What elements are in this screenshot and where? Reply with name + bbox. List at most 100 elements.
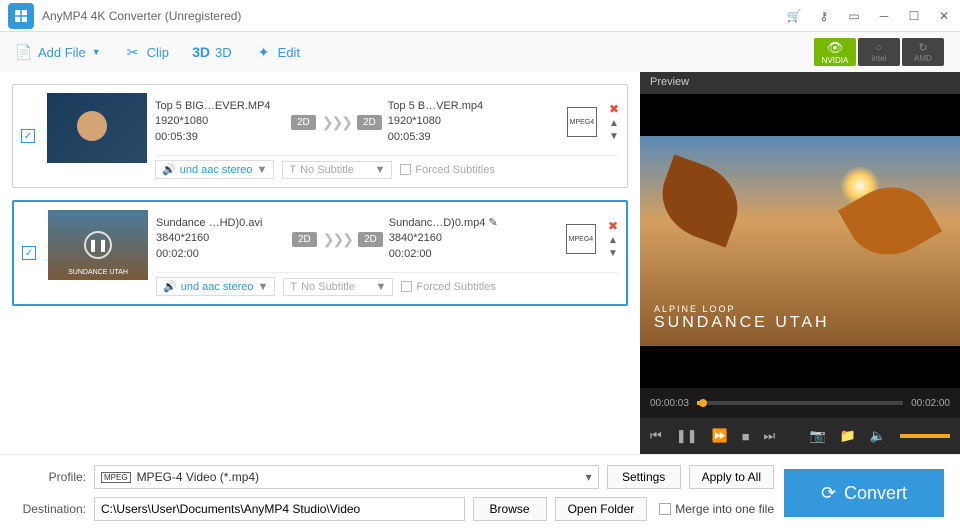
- 3d-icon: 3D: [193, 44, 209, 60]
- arrow-icon: ❯❯❯: [322, 114, 351, 131]
- open-folder-icon[interactable]: 📁: [840, 428, 856, 444]
- format-icon[interactable]: MPEG4: [567, 107, 597, 137]
- remove-item-button[interactable]: ✖: [608, 219, 618, 233]
- dst-2d-badge: 2D: [358, 232, 383, 247]
- merge-checkbox[interactable]: Merge into one file: [659, 502, 774, 516]
- item-controls: ✖ ▲ ▼: [609, 102, 619, 142]
- subtitle-select[interactable]: T No Subtitle▼: [282, 161, 392, 179]
- fast-forward-button[interactable]: ⏩: [712, 428, 728, 444]
- add-file-button[interactable]: 📄 Add File ▼: [16, 44, 101, 60]
- browse-button[interactable]: Browse: [473, 497, 547, 521]
- src-2d-badge: 2D: [292, 232, 317, 247]
- source-info: Sundance …HD)0.avi 3840*2160 00:02:00: [156, 216, 286, 262]
- minimize-button[interactable]: ─: [876, 8, 892, 24]
- item-thumbnail[interactable]: [47, 93, 147, 163]
- seek-bar[interactable]: [697, 401, 903, 405]
- item-thumbnail[interactable]: ❚❚ SUNDANCE UTAH: [48, 210, 148, 280]
- apply-all-button[interactable]: Apply to All: [689, 465, 774, 489]
- list-item[interactable]: Top 5 BIG…EVER.MP4 1920*1080 00:05:39 2D…: [12, 84, 628, 188]
- window-controls: 🛒 ⚷ ▭ ─ ☐ ✕: [786, 8, 952, 24]
- move-up-button[interactable]: ▲: [608, 235, 618, 246]
- main-area: Top 5 BIG…EVER.MP4 1920*1080 00:05:39 2D…: [0, 72, 960, 454]
- move-up-button[interactable]: ▲: [609, 118, 619, 129]
- forced-subtitles-checkbox[interactable]: Forced Subtitles: [400, 164, 494, 176]
- settings-button[interactable]: Settings: [607, 465, 681, 489]
- edit-name-icon[interactable]: ✎: [488, 217, 497, 229]
- bottom-panel: Profile: MPEG MPEG-4 Video (*.mp4)▾ Sett…: [0, 454, 960, 531]
- destination-input[interactable]: [94, 497, 465, 521]
- dst-2d-badge: 2D: [357, 115, 382, 130]
- gpu-badges: 👁NVIDIA ○intel ↻AMD: [814, 38, 944, 66]
- profile-label: Profile:: [16, 470, 86, 484]
- item-controls: ✖ ▲ ▼: [608, 219, 618, 259]
- speaker-icon: 🔊: [162, 163, 176, 176]
- destination-label: Destination:: [16, 502, 86, 516]
- edit-label: Edit: [278, 45, 300, 60]
- forced-subtitles-checkbox[interactable]: Forced Subtitles: [401, 281, 495, 293]
- titlebar: AnyMP4 4K Converter (Unregistered) 🛒 ⚷ ▭…: [0, 0, 960, 32]
- edit-button[interactable]: ✦ Edit: [256, 44, 300, 60]
- preview-title: Preview: [640, 72, 960, 94]
- file-list: Top 5 BIG…EVER.MP4 1920*1080 00:05:39 2D…: [0, 72, 640, 454]
- cart-icon[interactable]: 🛒: [786, 8, 802, 24]
- gpu-amd[interactable]: ↻AMD: [902, 38, 944, 66]
- item-checkbox[interactable]: [21, 129, 35, 143]
- dest-info: Top 5 B…VER.mp4 1920*1080 00:05:39: [388, 99, 518, 145]
- list-item[interactable]: ❚❚ SUNDANCE UTAH Sundance …HD)0.avi 3840…: [12, 200, 628, 306]
- open-folder-button[interactable]: Open Folder: [555, 497, 648, 521]
- move-down-button[interactable]: ▼: [609, 131, 619, 142]
- pause-button[interactable]: ❚❚: [676, 428, 698, 444]
- gpu-intel[interactable]: ○intel: [858, 38, 900, 66]
- 3d-button[interactable]: 3D 3D: [193, 44, 232, 60]
- volume-slider[interactable]: [900, 434, 950, 438]
- remove-item-button[interactable]: ✖: [609, 102, 619, 116]
- add-file-icon: 📄: [16, 44, 32, 60]
- item-checkbox[interactable]: [22, 246, 36, 260]
- app-title: AnyMP4 4K Converter (Unregistered): [42, 9, 786, 23]
- chevron-down-icon: ▼: [92, 47, 101, 57]
- toolbar: 📄 Add File ▼ ✂ Clip 3D 3D ✦ Edit 👁NVIDIA…: [0, 32, 960, 72]
- wand-icon: ✦: [256, 44, 272, 60]
- format-icon[interactable]: MPEG4: [566, 224, 596, 254]
- subtitle-select[interactable]: T No Subtitle▼: [283, 278, 393, 296]
- key-icon[interactable]: ⚷: [816, 8, 832, 24]
- preview-overlay-text: ALPINE LOOP SUNDANCE UTAH: [654, 304, 830, 332]
- next-button[interactable]: ⏭: [764, 428, 776, 444]
- preview-video[interactable]: ALPINE LOOP SUNDANCE UTAH: [640, 94, 960, 388]
- mpeg-icon: MPEG: [101, 472, 131, 483]
- add-file-label: Add File: [38, 45, 86, 60]
- maximize-button[interactable]: ☐: [906, 8, 922, 24]
- feedback-icon[interactable]: ▭: [846, 8, 862, 24]
- subtitle-icon: T: [289, 164, 296, 176]
- src-2d-badge: 2D: [291, 115, 316, 130]
- item-info: Top 5 BIG…EVER.MP4 1920*1080 00:05:39 2D…: [155, 93, 619, 179]
- time-total: 00:02:00: [911, 398, 950, 409]
- speaker-icon: 🔊: [163, 280, 177, 293]
- stop-button[interactable]: ■: [742, 429, 750, 444]
- clip-button[interactable]: ✂ Clip: [125, 44, 169, 60]
- volume-icon[interactable]: 🔈: [870, 428, 886, 444]
- subtitle-icon: T: [290, 281, 297, 293]
- item-info: Sundance …HD)0.avi 3840*2160 00:02:00 2D…: [156, 210, 618, 296]
- dest-info: Sundanc…D)0.mp4 ✎ 3840*2160 00:02:00: [389, 216, 519, 262]
- scissors-icon: ✂: [125, 44, 141, 60]
- source-info: Top 5 BIG…EVER.MP4 1920*1080 00:05:39: [155, 99, 285, 145]
- preview-controls: ⏮ ❚❚ ⏩ ■ ⏭ 📷 📁 🔈: [640, 418, 960, 454]
- snapshot-button[interactable]: 📷: [809, 428, 825, 444]
- audio-track-select[interactable]: 🔊 und aac stereo▼: [155, 160, 274, 179]
- gpu-nvidia[interactable]: 👁NVIDIA: [814, 38, 856, 66]
- time-current: 00:00:03: [650, 398, 689, 409]
- close-button[interactable]: ✕: [936, 8, 952, 24]
- convert-icon: ⟳: [821, 483, 836, 504]
- audio-track-select[interactable]: 🔊 und aac stereo▼: [156, 277, 275, 296]
- preview-timeline: 00:00:03 00:02:00: [640, 388, 960, 418]
- arrow-icon: ❯❯❯: [323, 231, 352, 248]
- profile-select[interactable]: MPEG MPEG-4 Video (*.mp4)▾: [94, 465, 599, 489]
- clip-label: Clip: [147, 45, 169, 60]
- convert-button[interactable]: ⟳ Convert: [784, 469, 944, 517]
- app-logo: [8, 3, 34, 29]
- preview-panel: Preview ALPINE LOOP SUNDANCE UTAH 00:00:…: [640, 72, 960, 454]
- prev-button[interactable]: ⏮: [650, 428, 662, 444]
- move-down-button[interactable]: ▼: [608, 248, 618, 259]
- 3d-label: 3D: [215, 45, 232, 60]
